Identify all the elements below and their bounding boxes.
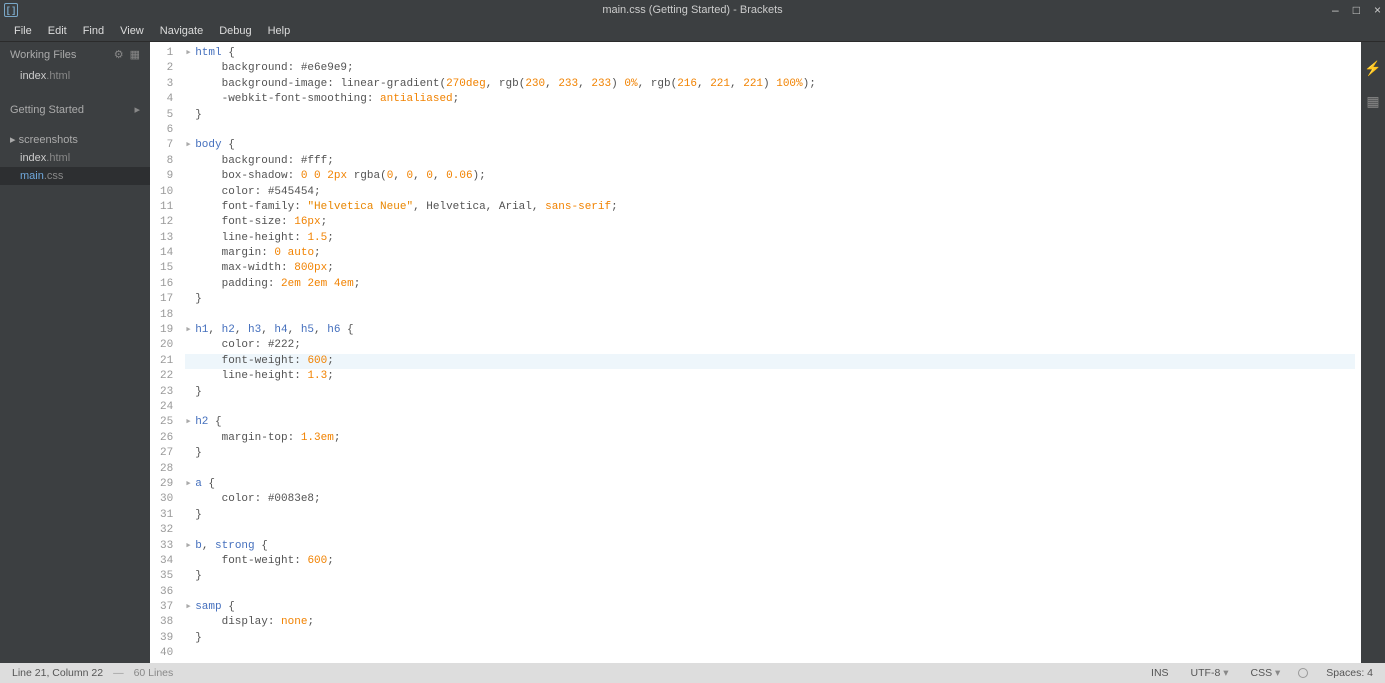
indent-selector[interactable]: Spaces: 4 bbox=[1322, 667, 1377, 679]
linting-status-icon[interactable] bbox=[1298, 668, 1308, 678]
menu-find[interactable]: Find bbox=[75, 23, 112, 39]
working-files-header: Working Files ⚙ ▦ bbox=[0, 42, 150, 67]
project-name: Getting Started bbox=[10, 104, 84, 116]
status-separator: — bbox=[113, 667, 124, 679]
code-line[interactable]: background: #e6e9e9; bbox=[185, 61, 1355, 76]
close-button[interactable]: × bbox=[1374, 3, 1381, 17]
code-line[interactable]: font-family: "Helvetica Neue", Helvetica… bbox=[185, 200, 1355, 215]
line-gutter: 1234567891011121314151617181920212223242… bbox=[150, 42, 179, 663]
working-files-label: Working Files bbox=[10, 49, 76, 61]
menu-edit[interactable]: Edit bbox=[40, 23, 75, 39]
code-line[interactable] bbox=[185, 462, 1355, 477]
code-line[interactable] bbox=[185, 400, 1355, 415]
code-editor[interactable]: 1234567891011121314151617181920212223242… bbox=[150, 42, 1361, 663]
insert-mode[interactable]: INS bbox=[1147, 667, 1173, 679]
code-line[interactable]: } bbox=[185, 631, 1355, 646]
working-file[interactable]: index.html bbox=[0, 67, 150, 85]
code-line[interactable]: } bbox=[185, 569, 1355, 584]
menu-file[interactable]: File bbox=[6, 23, 40, 39]
chevron-right-icon: ▸ bbox=[134, 103, 140, 116]
code-line[interactable] bbox=[185, 123, 1355, 138]
menubar: FileEditFindViewNavigateDebugHelp bbox=[0, 20, 1385, 42]
code-line[interactable]: ▸h2 { bbox=[185, 415, 1355, 430]
menu-navigate[interactable]: Navigate bbox=[152, 23, 211, 39]
code-line[interactable]: max-width: 800px; bbox=[185, 261, 1355, 276]
window-controls: – □ × bbox=[1332, 3, 1381, 17]
code-line[interactable]: ▸img { bbox=[185, 662, 1355, 663]
menu-help[interactable]: Help bbox=[260, 23, 299, 39]
code-line[interactable]: padding: 2em 2em 4em; bbox=[185, 277, 1355, 292]
code-line[interactable]: box-shadow: 0 0 2px rgba(0, 0, 0, 0.06); bbox=[185, 169, 1355, 184]
folder-item[interactable]: ▸ screenshots bbox=[0, 130, 150, 149]
code-content[interactable]: ▸html { background: #e6e9e9; background-… bbox=[179, 42, 1361, 663]
code-line[interactable]: ▸body { bbox=[185, 138, 1355, 153]
code-line[interactable]: } bbox=[185, 385, 1355, 400]
code-line[interactable]: font-weight: 600; bbox=[185, 554, 1355, 569]
project-header[interactable]: Getting Started ▸ bbox=[0, 97, 150, 122]
titlebar: [ ] main.css (Getting Started) - Bracket… bbox=[0, 0, 1385, 20]
code-line[interactable]: ▸b, strong { bbox=[185, 539, 1355, 554]
menu-debug[interactable]: Debug bbox=[211, 23, 259, 39]
minimize-button[interactable]: – bbox=[1332, 3, 1339, 17]
maximize-button[interactable]: □ bbox=[1353, 3, 1360, 17]
code-line[interactable]: ▸samp { bbox=[185, 600, 1355, 615]
code-line[interactable]: margin: 0 auto; bbox=[185, 246, 1355, 261]
code-line[interactable]: line-height: 1.3; bbox=[185, 369, 1355, 384]
window-title: main.css (Getting Started) - Brackets bbox=[602, 4, 782, 16]
menu-view[interactable]: View bbox=[112, 23, 152, 39]
extensions-icon[interactable]: ▦ bbox=[1366, 93, 1379, 110]
code-line[interactable]: font-size: 16px; bbox=[185, 215, 1355, 230]
code-line[interactable]: font-weight: 600; bbox=[185, 354, 1355, 369]
app-logo-icon: [ ] bbox=[4, 3, 18, 17]
code-line[interactable]: } bbox=[185, 446, 1355, 461]
editor-area: 1234567891011121314151617181920212223242… bbox=[150, 42, 1361, 663]
code-line[interactable] bbox=[185, 308, 1355, 323]
code-line[interactable] bbox=[185, 646, 1355, 661]
code-line[interactable]: color: #545454; bbox=[185, 185, 1355, 200]
right-toolbar: ⚡ ▦ bbox=[1361, 42, 1385, 663]
code-line[interactable]: ▸html { bbox=[185, 46, 1355, 61]
code-line[interactable] bbox=[185, 585, 1355, 600]
code-line[interactable]: -webkit-font-smoothing: antialiased; bbox=[185, 92, 1355, 107]
file-item[interactable]: main.css bbox=[0, 167, 150, 185]
code-line[interactable]: background-image: linear-gradient(270deg… bbox=[185, 77, 1355, 92]
split-view-icon[interactable]: ▦ bbox=[130, 48, 140, 61]
live-preview-icon[interactable]: ⚡ bbox=[1364, 60, 1381, 77]
code-line[interactable]: line-height: 1.5; bbox=[185, 231, 1355, 246]
code-line[interactable]: margin-top: 1.3em; bbox=[185, 431, 1355, 446]
encoding-selector[interactable]: UTF-8 bbox=[1187, 667, 1233, 679]
code-line[interactable]: ▸h1, h2, h3, h4, h5, h6 { bbox=[185, 323, 1355, 338]
gear-icon[interactable]: ⚙ bbox=[114, 48, 124, 61]
code-line[interactable]: display: none; bbox=[185, 615, 1355, 630]
sidebar: Working Files ⚙ ▦ index.html Getting Sta… bbox=[0, 42, 150, 663]
code-line[interactable] bbox=[185, 523, 1355, 538]
code-line[interactable]: background: #fff; bbox=[185, 154, 1355, 169]
cursor-position[interactable]: Line 21, Column 22 bbox=[8, 667, 107, 679]
statusbar: Line 21, Column 22 — 60 Lines INS UTF-8 … bbox=[0, 663, 1385, 683]
code-line[interactable]: } bbox=[185, 108, 1355, 123]
language-selector[interactable]: CSS bbox=[1247, 667, 1285, 679]
code-line[interactable]: ▸a { bbox=[185, 477, 1355, 492]
main-area: Working Files ⚙ ▦ index.html Getting Sta… bbox=[0, 42, 1385, 663]
code-line[interactable]: color: #0083e8; bbox=[185, 492, 1355, 507]
line-count: 60 Lines bbox=[130, 667, 178, 679]
code-line[interactable]: color: #222; bbox=[185, 338, 1355, 353]
file-item[interactable]: index.html bbox=[0, 149, 150, 167]
code-line[interactable]: } bbox=[185, 508, 1355, 523]
code-line[interactable]: } bbox=[185, 292, 1355, 307]
